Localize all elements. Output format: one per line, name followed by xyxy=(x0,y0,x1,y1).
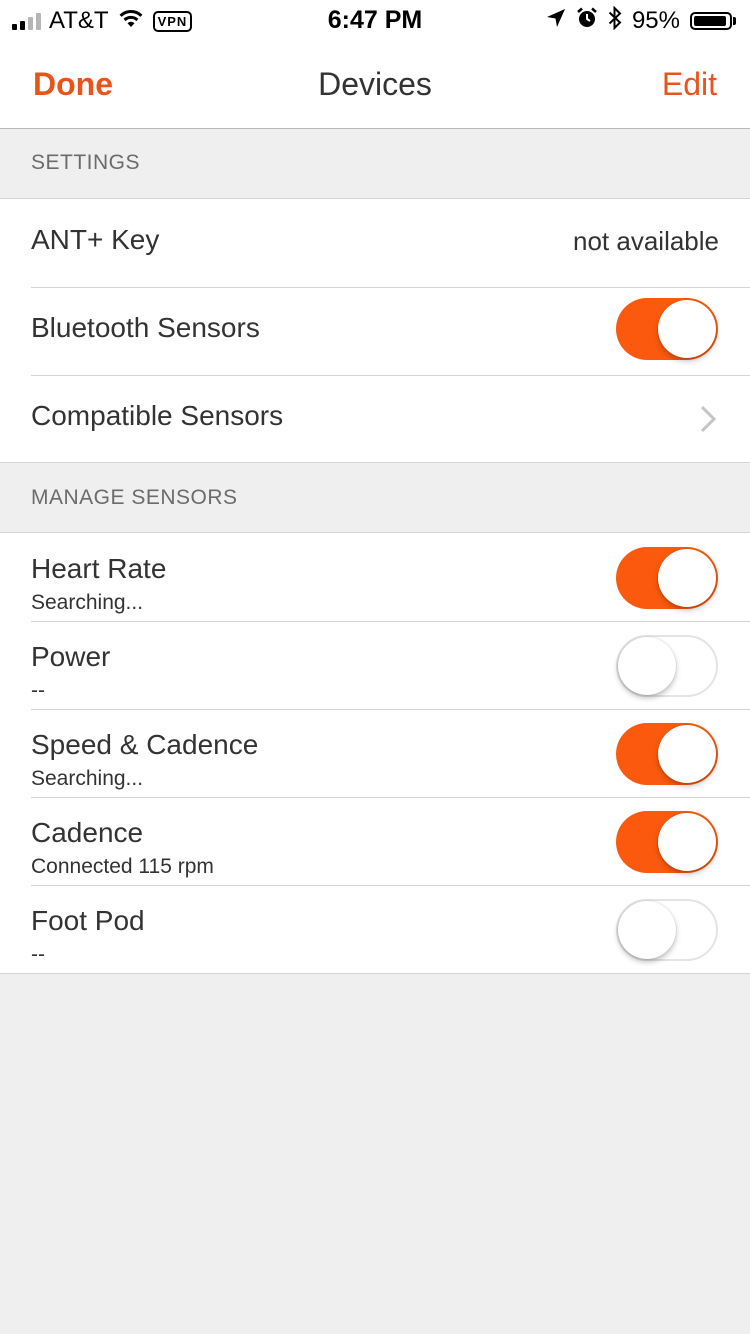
sensor-row-foot-pod: Foot Pod -- xyxy=(0,885,750,973)
status-bar-right: 95% xyxy=(546,5,736,37)
sensor-title: Cadence xyxy=(31,817,144,848)
sensor-row-power: Power -- xyxy=(0,621,750,709)
sensor-status: Searching... xyxy=(31,767,144,790)
toggle-knob xyxy=(658,300,716,358)
toggle-knob xyxy=(658,725,716,783)
sensor-status: -- xyxy=(31,943,45,966)
sensor-row-speed-cadence: Speed & Cadence Searching... xyxy=(0,709,750,797)
settings-list: ANT+ Key not available Bluetooth Sensors… xyxy=(0,199,750,463)
ant-key-value: not available xyxy=(573,226,719,256)
speed-cadence-toggle[interactable] xyxy=(616,723,718,785)
compatible-sensors-row[interactable]: Compatible Sensors xyxy=(0,375,750,463)
power-toggle[interactable] xyxy=(616,635,718,697)
bluetooth-icon xyxy=(608,5,622,37)
cadence-toggle[interactable] xyxy=(616,811,718,873)
status-bar: AT&T VPN 6:47 PM 95% xyxy=(0,0,750,40)
navigation-bar: Done Devices Edit xyxy=(0,40,750,129)
sensor-row-heart-rate: Heart Rate Searching... xyxy=(0,533,750,621)
chevron-right-icon xyxy=(697,405,719,433)
edit-button[interactable]: Edit xyxy=(662,66,717,103)
toggle-knob xyxy=(618,637,676,695)
sensor-status: Searching... xyxy=(31,591,144,614)
sensor-title: Foot Pod xyxy=(31,905,145,936)
sensor-title: Speed & Cadence xyxy=(31,729,259,760)
sensor-status: Connected 115 rpm xyxy=(31,855,214,878)
sensor-row-cadence: Cadence Connected 115 rpm xyxy=(0,797,750,885)
bluetooth-sensors-toggle[interactable] xyxy=(616,298,718,360)
ant-key-label: ANT+ Key xyxy=(31,224,160,255)
battery-icon xyxy=(690,12,736,30)
compatible-sensors-label: Compatible Sensors xyxy=(31,400,284,431)
foot-pod-toggle[interactable] xyxy=(616,899,718,961)
section-header-settings: SETTINGS xyxy=(0,129,750,199)
sensor-status: -- xyxy=(31,679,45,702)
sensor-title: Heart Rate xyxy=(31,553,167,584)
sensor-title: Power xyxy=(31,641,111,672)
toggle-knob xyxy=(618,901,676,959)
done-button[interactable]: Done xyxy=(33,66,113,103)
section-header-manage-sensors: MANAGE SENSORS xyxy=(0,462,750,533)
location-arrow-icon xyxy=(546,7,566,35)
heart-rate-toggle[interactable] xyxy=(616,547,718,609)
bluetooth-sensors-row: Bluetooth Sensors xyxy=(0,287,750,375)
toggle-knob xyxy=(658,813,716,871)
alarm-icon xyxy=(576,7,598,36)
toggle-knob xyxy=(658,549,716,607)
sensor-list: Heart Rate Searching... Power -- Speed &… xyxy=(0,533,750,974)
bluetooth-sensors-label: Bluetooth Sensors xyxy=(31,312,260,343)
battery-percent: 95% xyxy=(631,7,680,34)
ant-key-row: ANT+ Key not available xyxy=(0,199,750,287)
